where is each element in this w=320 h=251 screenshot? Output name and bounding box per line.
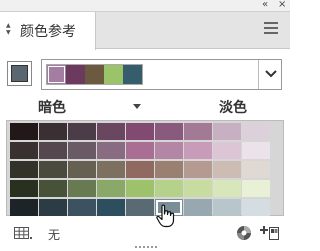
double-arrow-icon[interactable]: ▲ ▼ — [6, 22, 13, 36]
tab-row: ▲ ▼ 颜色参考 — [0, 12, 290, 50]
variation-swatch[interactable] — [39, 142, 67, 159]
current-color-swatch — [11, 65, 28, 82]
variation-swatch[interactable] — [213, 142, 241, 159]
hamburger-menu-icon[interactable] — [264, 22, 278, 34]
collapse-panel-button[interactable]: « — [262, 0, 268, 12]
variation-swatch[interactable] — [39, 161, 67, 178]
variations-grid-panel — [6, 120, 284, 216]
color-guide-content: 暗色 淡色 无 — [0, 50, 290, 251]
variation-swatch[interactable] — [126, 142, 154, 159]
harmony-swatch[interactable] — [66, 65, 85, 84]
variation-swatch[interactable] — [39, 180, 67, 197]
close-panel-button[interactable]: × — [278, 0, 286, 12]
color-wheel-icon[interactable] — [236, 225, 252, 241]
variation-swatch[interactable] — [155, 161, 183, 178]
variation-labels: 暗色 淡色 — [0, 95, 290, 117]
variation-swatch[interactable] — [126, 161, 154, 178]
add-swatch-icon[interactable] — [260, 225, 280, 241]
variation-swatch[interactable] — [68, 161, 96, 178]
variation-swatch[interactable] — [155, 142, 183, 159]
variation-swatch[interactable] — [213, 180, 241, 197]
variation-swatch[interactable] — [97, 142, 125, 159]
tab-label: 颜色参考 — [20, 24, 76, 40]
panel-titlebar: « × — [0, 0, 290, 12]
variation-swatch[interactable] — [68, 123, 96, 140]
variation-swatch[interactable] — [126, 199, 154, 216]
variation-swatch[interactable] — [155, 180, 183, 197]
set-base-color-button[interactable] — [7, 61, 32, 86]
variation-swatch[interactable] — [155, 123, 183, 140]
variation-swatch[interactable] — [97, 161, 125, 178]
variation-swatch[interactable] — [184, 123, 212, 140]
harmony-rules-selector[interactable] — [41, 59, 282, 90]
variation-swatch[interactable] — [10, 142, 38, 159]
variation-swatch[interactable] — [39, 199, 67, 216]
variation-swatch[interactable] — [155, 199, 183, 216]
variation-swatch[interactable] — [68, 199, 96, 216]
resize-grip[interactable] — [126, 246, 166, 250]
variation-swatch[interactable] — [242, 142, 270, 159]
variation-swatch[interactable] — [10, 161, 38, 178]
variation-swatch[interactable] — [97, 180, 125, 197]
none-color-button[interactable]: 无 — [48, 226, 60, 243]
shades-label: 暗色 — [38, 100, 66, 116]
variation-swatch[interactable] — [184, 161, 212, 178]
tints-label: 淡色 — [219, 100, 247, 116]
harmony-color-strip — [46, 64, 143, 85]
variation-swatch[interactable] — [97, 199, 125, 216]
variation-swatch[interactable] — [184, 180, 212, 197]
variation-swatch[interactable] — [97, 123, 125, 140]
harmony-swatch[interactable] — [123, 65, 142, 84]
panel-footer: 无 — [0, 216, 290, 251]
variation-swatch[interactable] — [126, 123, 154, 140]
variation-swatch[interactable] — [242, 123, 270, 140]
variation-swatch[interactable] — [68, 180, 96, 197]
variation-swatch[interactable] — [39, 123, 67, 140]
variation-swatch[interactable] — [242, 161, 270, 178]
variation-swatch[interactable] — [10, 199, 38, 216]
variation-swatch[interactable] — [242, 180, 270, 197]
chevron-down-icon[interactable] — [263, 66, 279, 82]
tab-color-guide[interactable]: ▲ ▼ 颜色参考 — [0, 12, 96, 50]
variations-grid — [8, 122, 282, 216]
variation-swatch[interactable] — [242, 199, 270, 216]
variation-swatch[interactable] — [213, 199, 241, 216]
harmony-swatch[interactable] — [47, 65, 66, 84]
harmony-swatch[interactable] — [104, 65, 123, 84]
harmony-divider — [258, 60, 259, 89]
variation-swatch[interactable] — [10, 123, 38, 140]
variation-swatch[interactable] — [184, 199, 212, 216]
harmony-swatch[interactable] — [85, 65, 104, 84]
variation-swatch[interactable] — [68, 142, 96, 159]
variation-swatch[interactable] — [10, 180, 38, 197]
triangle-down-icon[interactable] — [133, 104, 141, 109]
variation-swatch[interactable] — [184, 142, 212, 159]
variation-swatch[interactable] — [213, 123, 241, 140]
variation-swatch[interactable] — [213, 161, 241, 178]
grid-view-icon[interactable] — [14, 227, 34, 241]
variation-swatch[interactable] — [126, 180, 154, 197]
